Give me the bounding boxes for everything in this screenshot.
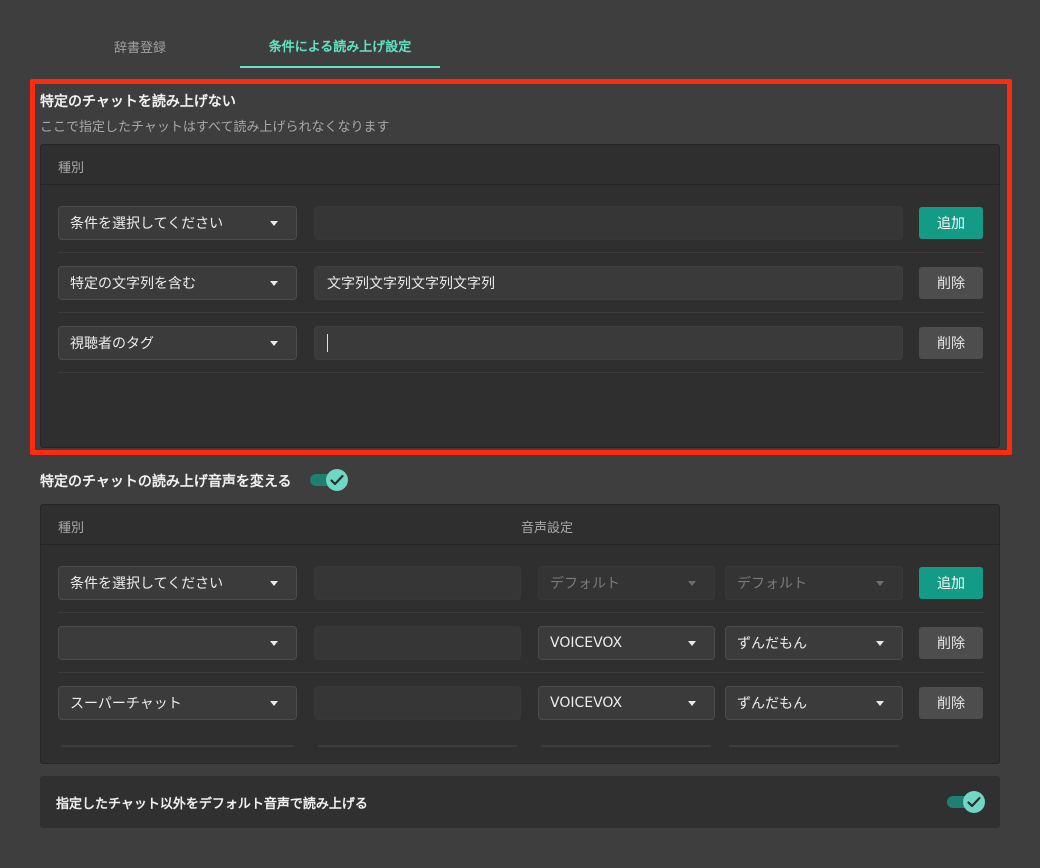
delete-button[interactable]: 削除 bbox=[919, 687, 983, 719]
change-voice-toggle[interactable] bbox=[310, 468, 350, 492]
condition-select[interactable]: 条件を選択してください bbox=[58, 206, 297, 240]
chevron-down-icon bbox=[270, 281, 278, 286]
chevron-down-icon bbox=[688, 641, 696, 646]
chevron-down-icon bbox=[688, 581, 696, 586]
voice-engine-select[interactable]: デフォルト bbox=[538, 566, 715, 600]
delete-button[interactable]: 削除 bbox=[919, 627, 983, 659]
header-voice-label: 音声設定 bbox=[521, 521, 574, 536]
ignore-rules-panel: 種別 条件を選択してください 追加 特定の文字列を含む 文字列文字列文字列文字列… bbox=[40, 144, 1000, 448]
condition-select[interactable]: 特定の文字列を含む bbox=[58, 266, 297, 300]
row-divider bbox=[58, 372, 984, 373]
header-type-label: 種別 bbox=[58, 161, 85, 176]
voice-engine-value: VOICEVOX bbox=[550, 695, 623, 711]
voice-character-value: デフォルト bbox=[737, 576, 807, 592]
default-voice-setting: 指定したチャット以外をデフォルト音声で読み上げる bbox=[40, 776, 1000, 828]
section-description: ここで指定したチャットはすべて読み上げられなくなります bbox=[40, 120, 390, 135]
text-cursor bbox=[327, 334, 328, 352]
row-divider bbox=[58, 672, 984, 673]
condition-select-value: スーパーチャット bbox=[70, 696, 182, 712]
voice-rules-panel: 種別 音声設定 条件を選択してください デフォルト デフォルト 追加 VOICE… bbox=[40, 504, 1000, 764]
scrolled-row-edge bbox=[61, 745, 294, 747]
add-button[interactable]: 追加 bbox=[919, 567, 983, 599]
chevron-down-icon bbox=[270, 341, 278, 346]
tab-dictionary[interactable]: 辞書登録 bbox=[40, 24, 240, 68]
scrolled-row-edge bbox=[729, 745, 899, 747]
condition-value-input[interactable]: 文字列文字列文字列文字列 bbox=[314, 266, 903, 300]
chevron-down-icon bbox=[270, 581, 278, 586]
condition-select[interactable]: 視聴者のタグ bbox=[58, 326, 297, 360]
condition-select-value: 条件を選択してください bbox=[70, 576, 224, 592]
default-voice-label: 指定したチャット以外をデフォルト音声で読み上げる bbox=[56, 797, 368, 812]
chevron-down-icon bbox=[876, 641, 884, 646]
voice-character-select[interactable]: デフォルト bbox=[725, 566, 903, 600]
checkmark-icon bbox=[326, 469, 348, 491]
chevron-down-icon bbox=[270, 701, 278, 706]
row-divider bbox=[58, 312, 984, 313]
condition-value-text: 文字列文字列文字列文字列 bbox=[327, 276, 495, 292]
condition-value-input[interactable] bbox=[314, 686, 521, 720]
default-voice-toggle[interactable] bbox=[947, 790, 987, 814]
voice-engine-value: デフォルト bbox=[550, 576, 620, 592]
condition-select[interactable]: スーパーチャット bbox=[58, 686, 297, 720]
voice-character-value: ずんだもん bbox=[737, 696, 807, 712]
checkmark-icon bbox=[963, 791, 985, 813]
condition-value-input[interactable] bbox=[314, 566, 521, 600]
chevron-down-icon bbox=[270, 221, 278, 226]
voice-engine-value: VOICEVOX bbox=[550, 635, 623, 651]
condition-select[interactable]: 条件を選択してください bbox=[58, 566, 297, 600]
condition-select-value: 視聴者のタグ bbox=[70, 336, 154, 352]
voice-character-select[interactable]: ずんだもん bbox=[725, 686, 903, 720]
tab-conditional-reading[interactable]: 条件による読み上げ設定 bbox=[240, 24, 440, 68]
delete-button[interactable]: 削除 bbox=[919, 267, 983, 299]
section-title-change-voice: 特定のチャットの読み上げ音声を変える bbox=[40, 474, 292, 490]
chevron-down-icon bbox=[876, 701, 884, 706]
condition-select-value: 特定の文字列を含む bbox=[70, 276, 196, 292]
voice-character-value: ずんだもん bbox=[737, 636, 807, 652]
chevron-down-icon bbox=[270, 641, 278, 646]
scrolled-row-edge bbox=[318, 745, 517, 747]
chevron-down-icon bbox=[688, 701, 696, 706]
row-divider bbox=[58, 252, 984, 253]
condition-value-input[interactable] bbox=[314, 626, 521, 660]
add-button[interactable]: 追加 bbox=[919, 207, 983, 239]
header-type-label: 種別 bbox=[58, 521, 85, 536]
condition-value-input[interactable] bbox=[314, 206, 903, 240]
section-title-ignore-chat: 特定のチャットを読み上げない bbox=[40, 94, 236, 110]
delete-button[interactable]: 削除 bbox=[919, 327, 983, 359]
condition-select[interactable] bbox=[58, 626, 297, 660]
voice-engine-select[interactable]: VOICEVOX bbox=[538, 686, 715, 720]
scrolled-row-edge bbox=[541, 745, 711, 747]
row-divider bbox=[58, 612, 984, 613]
chevron-down-icon bbox=[876, 581, 884, 586]
condition-value-input[interactable] bbox=[314, 326, 903, 360]
voice-character-select[interactable]: ずんだもん bbox=[725, 626, 903, 660]
voice-engine-select[interactable]: VOICEVOX bbox=[538, 626, 715, 660]
tab-bar: 辞書登録 条件による読み上げ設定 bbox=[40, 24, 1000, 68]
panel-header: 種別 bbox=[41, 145, 999, 185]
condition-select-value: 条件を選択してください bbox=[70, 216, 224, 232]
panel-header: 種別 音声設定 bbox=[41, 505, 999, 545]
